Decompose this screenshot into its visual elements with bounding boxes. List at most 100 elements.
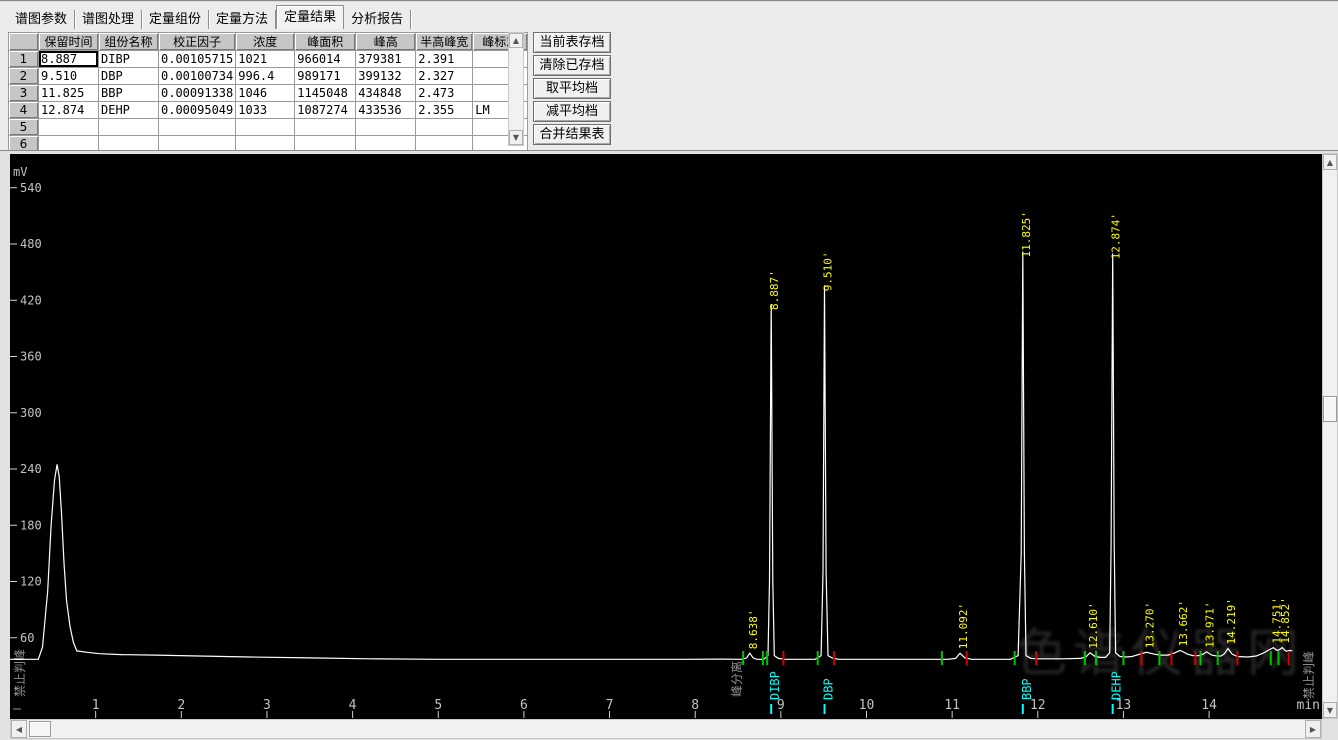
- grid-cell[interactable]: 1033: [236, 102, 295, 119]
- tab-谱图处理[interactable]: 谱图处理: [75, 10, 142, 29]
- tab-定量结果[interactable]: 定量结果: [276, 5, 344, 29]
- grid-cell[interactable]: [39, 119, 99, 136]
- col-header: 组份名称: [99, 33, 159, 51]
- grid-cell[interactable]: 0.00095049: [159, 102, 236, 119]
- x-tick-label: 6: [520, 698, 528, 713]
- x-tick-label: 14: [1201, 698, 1217, 713]
- tab-定量组份[interactable]: 定量组份: [142, 10, 209, 29]
- grid-cell[interactable]: 9.510: [39, 68, 99, 85]
- tab-定量方法[interactable]: 定量方法: [209, 10, 276, 29]
- button-减平均档[interactable]: 减平均档: [533, 101, 611, 122]
- table-scroll-up-icon[interactable]: ▲: [509, 33, 523, 48]
- grid-cell[interactable]: [295, 119, 356, 136]
- row-number[interactable]: 5: [9, 119, 39, 136]
- plot-scroll-left-icon[interactable]: ◀: [11, 720, 27, 738]
- side-label-right: 禁止判峰: [1302, 651, 1316, 699]
- x-tick-label: 8: [691, 698, 699, 713]
- grid-cell[interactable]: 2.391: [416, 51, 473, 68]
- tab-bar: 谱图参数谱图处理定量组份定量方法定量结果分析报告: [8, 5, 411, 29]
- peak-label: 13.971': [1204, 601, 1217, 647]
- grid-cell[interactable]: 433536: [356, 102, 416, 119]
- col-header: 校正因子: [159, 33, 236, 51]
- grid-cell[interactable]: 966014: [295, 51, 356, 68]
- plot-vscrollbar[interactable]: ▲ ▼: [1322, 153, 1338, 719]
- grid-cell[interactable]: 2.355: [416, 102, 473, 119]
- grid-cell[interactable]: 11.825: [39, 85, 99, 102]
- y-tick-label: 300: [20, 406, 42, 420]
- y-tick-label: 60: [20, 631, 34, 645]
- x-tick-label: 4: [349, 698, 357, 713]
- peak-label: 8.887': [768, 270, 781, 310]
- peak-label: 13.270': [1144, 602, 1157, 648]
- x-tick-label: 2: [177, 698, 185, 713]
- plot-scroll-down-icon[interactable]: ▼: [1323, 702, 1337, 718]
- grid-cell[interactable]: 1021: [236, 51, 295, 68]
- row-number[interactable]: 3: [9, 85, 39, 102]
- y-tick-label: 420: [20, 293, 42, 307]
- plot-scroll-right-icon[interactable]: ▶: [1305, 720, 1321, 738]
- y-tick-label: 540: [20, 181, 42, 195]
- peak-label: 8.638': [747, 609, 760, 649]
- plot-hscroll-thumb[interactable]: [29, 721, 51, 737]
- peak-label: 9.510': [822, 252, 835, 292]
- grid-cell[interactable]: 399132: [356, 68, 416, 85]
- button-当前表存档[interactable]: 当前表存档: [533, 32, 611, 53]
- grid-cell[interactable]: [236, 119, 295, 136]
- grid-cell[interactable]: [416, 119, 473, 136]
- col-header: 浓度: [236, 33, 295, 51]
- grid-cell[interactable]: [159, 119, 236, 136]
- grid-cell[interactable]: 0.00100734: [159, 68, 236, 85]
- row-number[interactable]: 1: [9, 51, 39, 68]
- tab-分析报告[interactable]: 分析报告: [344, 10, 411, 29]
- y-axis-unit: mV: [13, 165, 27, 179]
- tab-谱图参数[interactable]: 谱图参数: [8, 10, 75, 29]
- side-label-mid: 峰分离: [729, 661, 744, 697]
- top-panel: 谱图参数谱图处理定量组份定量方法定量结果分析报告 保留时间组份名称校正因子浓度峰…: [0, 0, 1338, 150]
- x-axis-unit: min: [1297, 698, 1320, 713]
- y-tick-label: 180: [20, 518, 42, 532]
- plot-hscrollbar[interactable]: ◀ ▶: [10, 719, 1322, 739]
- table-scroll-down-icon[interactable]: ▼: [509, 130, 523, 145]
- grid-cell[interactable]: 2.473: [416, 85, 473, 102]
- row-number[interactable]: 2: [9, 68, 39, 85]
- peak-label: 11.825': [1020, 211, 1033, 257]
- grid-cell[interactable]: 996.4: [236, 68, 295, 85]
- grid-cell[interactable]: 1046: [236, 85, 295, 102]
- y-tick-label: 480: [20, 237, 42, 251]
- grid-cell[interactable]: 0.00091338: [159, 85, 236, 102]
- grid-cell[interactable]: 2.327: [416, 68, 473, 85]
- grid-cell[interactable]: 12.874: [39, 102, 99, 119]
- peak-label: 12.874': [1110, 213, 1123, 259]
- button-清除已存档[interactable]: 清除已存档: [533, 55, 611, 76]
- grid-cell[interactable]: DIBP: [99, 51, 159, 68]
- grid-cell[interactable]: DEHP: [99, 102, 159, 119]
- chromatogram-plot[interactable]: 色谱仪器网mV540480420360300240180120601234567…: [0, 151, 1338, 721]
- x-tick-label: 7: [606, 698, 614, 713]
- button-取平均档[interactable]: 取平均档: [533, 78, 611, 99]
- grid-cell[interactable]: [356, 119, 416, 136]
- grid-cell[interactable]: 8.887: [39, 51, 99, 68]
- peak-label: 14.219': [1225, 598, 1238, 644]
- side-label-left: 禁止判峰: [13, 649, 27, 697]
- grid-cell[interactable]: 0.00105715: [159, 51, 236, 68]
- grid-cell[interactable]: 434848: [356, 85, 416, 102]
- component-label: DIBP: [768, 671, 782, 700]
- grid-cell[interactable]: 989171: [295, 68, 356, 85]
- table-scrollbar[interactable]: ▲ ▼: [508, 32, 524, 146]
- button-合并结果表[interactable]: 合并结果表: [533, 124, 611, 145]
- grid-cell[interactable]: BBP: [99, 85, 159, 102]
- grid-cell[interactable]: 1145048: [295, 85, 356, 102]
- grid-cell[interactable]: 1087274: [295, 102, 356, 119]
- col-header: 峰高: [356, 33, 416, 51]
- peak-label: 14.852': [1279, 597, 1292, 643]
- component-label: DEHP: [1110, 671, 1124, 700]
- grid-cell[interactable]: [99, 119, 159, 136]
- row-number[interactable]: 4: [9, 102, 39, 119]
- archive-button-column: 当前表存档清除已存档取平均档减平均档合并结果表: [533, 32, 611, 147]
- grid-cell[interactable]: 379381: [356, 51, 416, 68]
- plot-scroll-up-icon[interactable]: ▲: [1323, 154, 1337, 170]
- grid-cell[interactable]: DBP: [99, 68, 159, 85]
- col-header: 半高峰宽: [416, 33, 473, 51]
- plot-vscroll-thumb[interactable]: [1323, 396, 1337, 422]
- x-tick-label: 5: [434, 698, 442, 713]
